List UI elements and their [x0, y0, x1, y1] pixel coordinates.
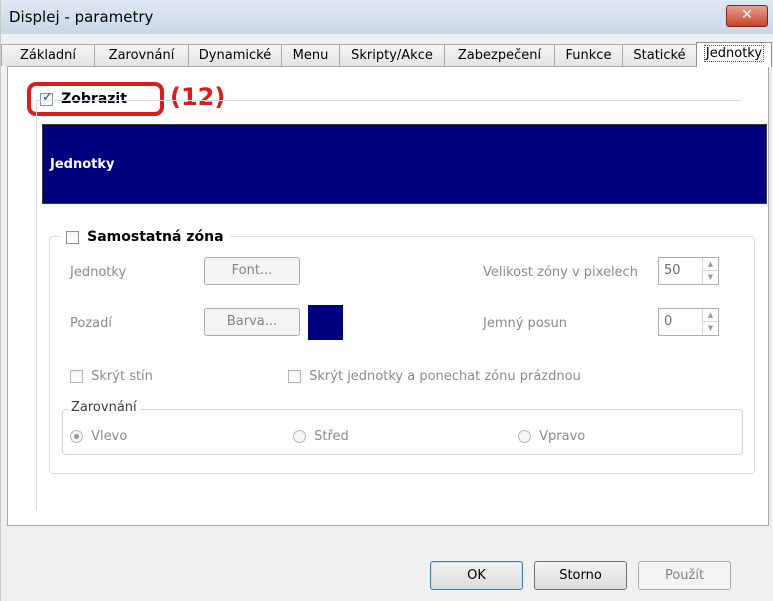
tab-jednotky[interactable]: Jednotky — [696, 42, 772, 67]
show-label: Zobrazit — [61, 91, 127, 107]
zone-checkbox-row[interactable]: Samostatná zóna — [60, 229, 230, 245]
hide-shadow-row[interactable]: Skrýt stín — [70, 369, 153, 384]
apply-button[interactable]: Použít — [638, 561, 731, 590]
group-line — [36, 100, 741, 101]
ok-button[interactable]: OK — [430, 561, 523, 590]
alignment-legend: Zarovnání — [68, 400, 140, 415]
fine-offset-label: Jemný posun — [483, 316, 568, 331]
fine-offset-value: 0 — [664, 314, 673, 329]
title-bar[interactable]: Displej - parametry ✕ — [1, 0, 773, 34]
zone-checkbox[interactable] — [66, 230, 79, 244]
chevron-up-icon[interactable]: ▲ — [703, 309, 718, 322]
font-button[interactable]: Font... — [204, 257, 300, 285]
hide-shadow-checkbox[interactable] — [70, 370, 83, 383]
tab-dynamicke[interactable]: Dynamické — [188, 44, 282, 66]
align-left-label: Vlevo — [91, 429, 128, 444]
tab-skripty-akce[interactable]: Skripty/Akce — [339, 44, 445, 66]
zone-label: Samostatná zóna — [87, 229, 224, 245]
chevron-down-icon[interactable]: ▼ — [703, 271, 718, 284]
units-preview: Jednotky — [42, 124, 767, 204]
tab-strip: Základní Zarovnání Dynamické Menu Skript… — [1, 42, 773, 67]
alignment-group — [62, 409, 743, 455]
align-right-label: Vpravo — [539, 429, 586, 444]
tab-page-jednotky: Zobrazit (12) Jednotky Samostatná zóna J… — [7, 66, 769, 526]
tab-jednotky-label: Jednotky — [703, 45, 765, 62]
align-left-radio[interactable] — [70, 430, 83, 443]
color-button[interactable]: Barva... — [204, 308, 300, 336]
group-line-left — [36, 100, 37, 510]
tab-funkce[interactable]: Funkce — [554, 44, 623, 66]
close-button[interactable]: ✕ — [726, 5, 768, 27]
chevron-down-icon[interactable]: ▼ — [703, 322, 718, 335]
align-center-label: Střed — [314, 429, 349, 444]
show-checkbox[interactable] — [40, 90, 53, 106]
tab-staticke[interactable]: Statické — [622, 44, 697, 66]
zone-size-label: Velikost zóny v pixelech — [483, 265, 638, 280]
align-right-option[interactable]: Vpravo — [518, 429, 585, 444]
align-right-radio[interactable] — [518, 430, 531, 443]
zone-size-stepper[interactable]: 50 ▲ ▼ — [658, 257, 719, 285]
align-center-option[interactable]: Střed — [293, 429, 349, 444]
fine-offset-stepper[interactable]: 0 ▲ ▼ — [658, 308, 719, 336]
background-label: Pozadí — [70, 316, 112, 331]
units-preview-text: Jednotky — [50, 157, 115, 172]
color-swatch — [308, 305, 343, 340]
tab-menu[interactable]: Menu — [281, 44, 340, 66]
cancel-button[interactable]: Storno — [534, 561, 627, 590]
tab-zarovnani[interactable]: Zarovnání — [94, 44, 189, 66]
close-icon: ✕ — [741, 7, 753, 23]
tab-zakladni[interactable]: Základní — [1, 44, 95, 66]
zone-size-arrows[interactable]: ▲ ▼ — [702, 258, 718, 284]
hide-units-row[interactable]: Skrýt jednotky a ponechat zónu prázdnou — [288, 369, 581, 384]
hide-units-checkbox[interactable] — [288, 370, 301, 383]
hide-units-label: Skrýt jednotky a ponechat zónu prázdnou — [309, 369, 581, 384]
window-title: Displej - parametry — [9, 8, 154, 26]
tab-zabezpeceni[interactable]: Zabezpečení — [444, 44, 555, 66]
dialog-window: Displej - parametry ✕ Základní Zarovnání… — [0, 0, 773, 601]
zone-size-value: 50 — [664, 263, 681, 278]
chevron-up-icon[interactable]: ▲ — [703, 258, 718, 271]
align-center-radio[interactable] — [293, 430, 306, 443]
hide-shadow-label: Skrýt stín — [91, 369, 153, 384]
annotation-label: (12) — [170, 83, 226, 111]
fine-offset-arrows[interactable]: ▲ ▼ — [702, 309, 718, 335]
units-font-label: Jednotky — [70, 265, 127, 280]
align-left-option[interactable]: Vlevo — [70, 429, 127, 444]
